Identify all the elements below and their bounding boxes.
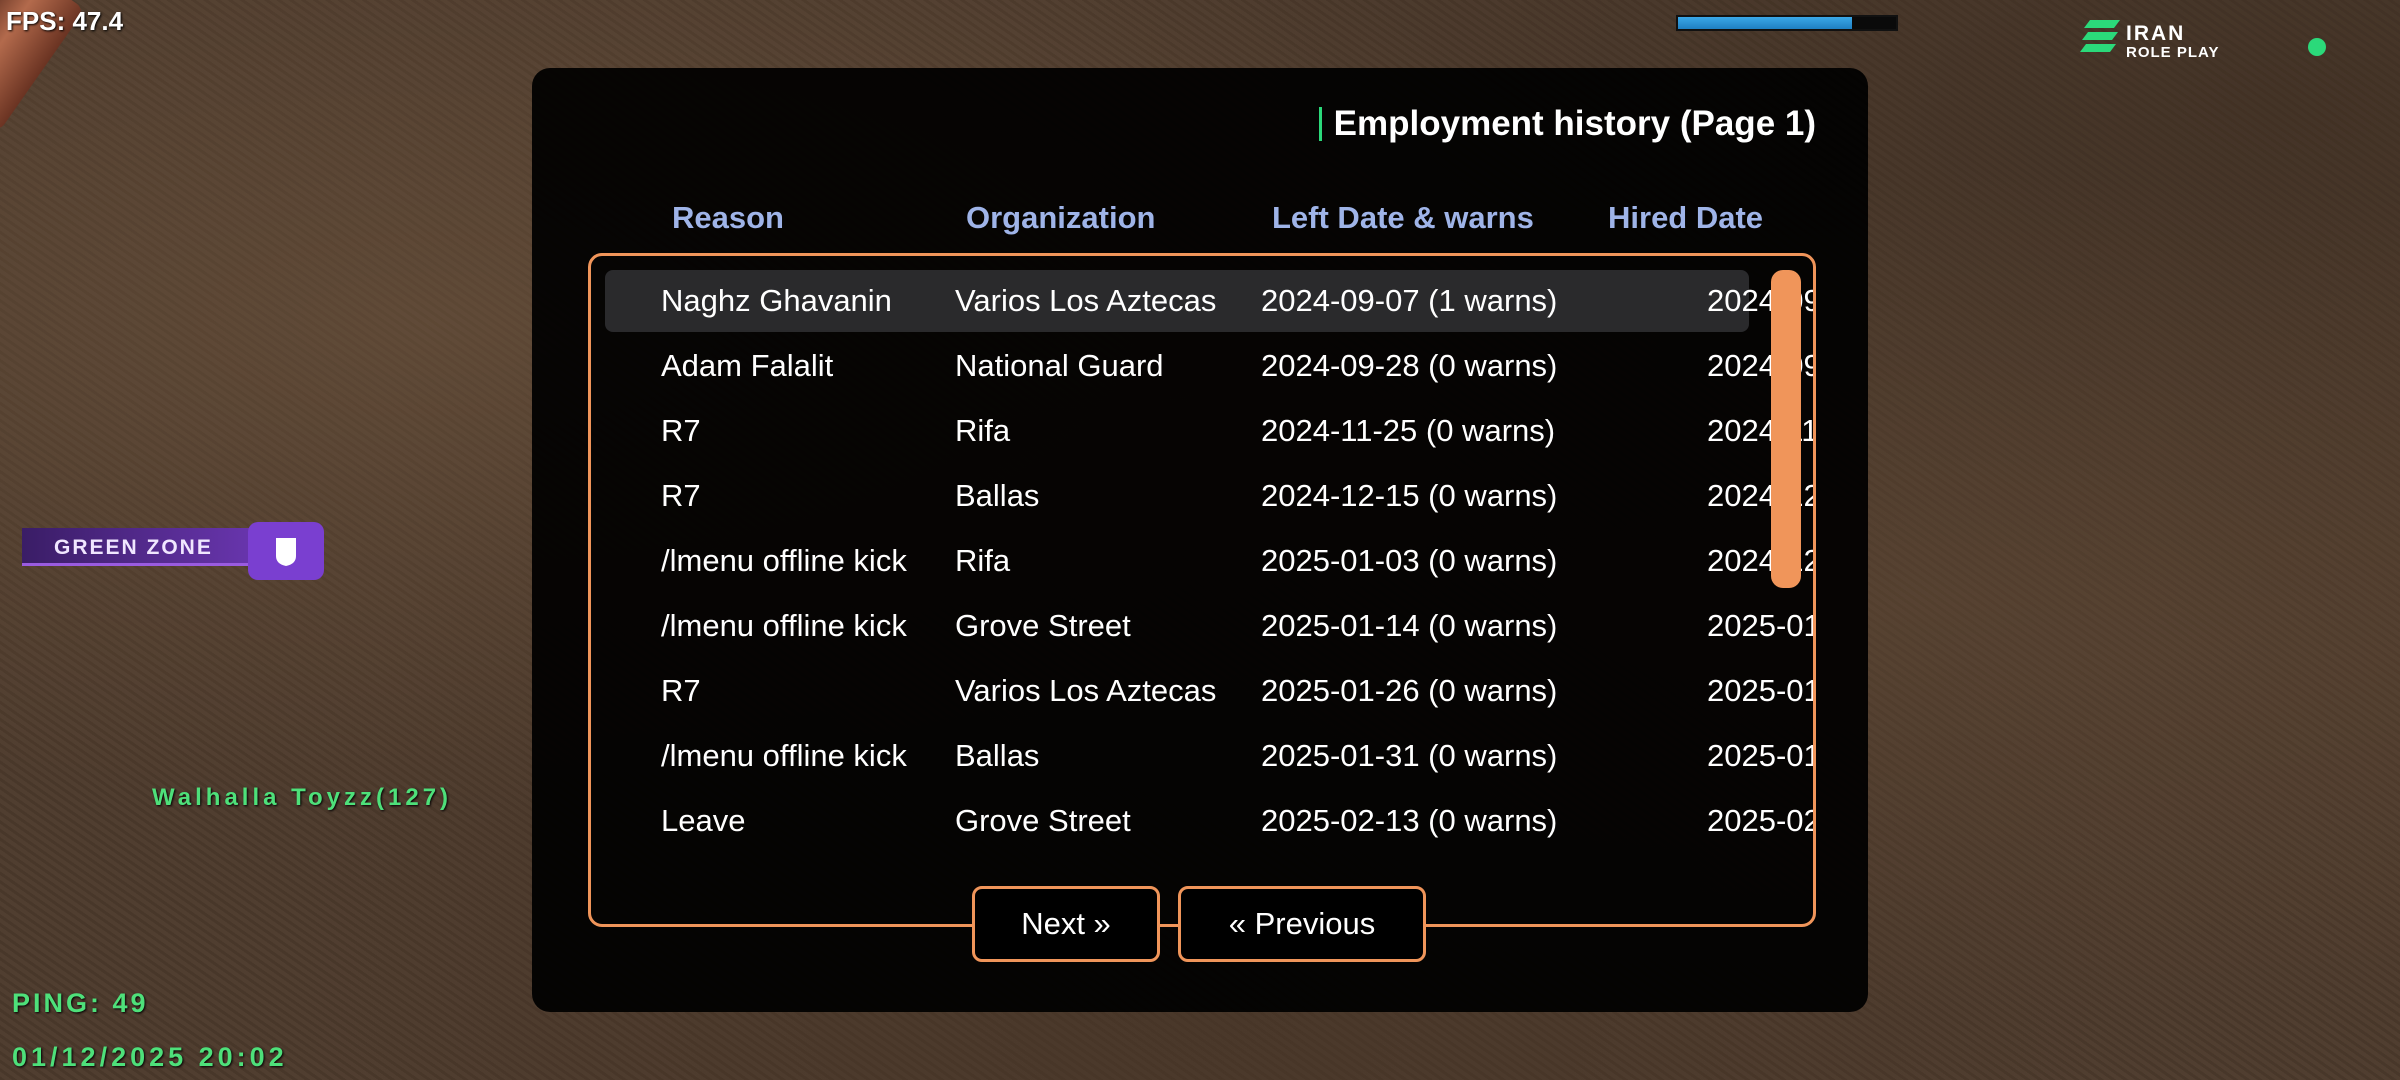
cell-organization: Ballas	[955, 478, 1040, 513]
cell-hired: 2025-01-2	[1707, 673, 1813, 708]
title-accent-bar	[1318, 107, 1322, 141]
logo-text-iran: IRAN	[2126, 22, 2186, 45]
cell-reason: R7	[661, 673, 701, 708]
ping-display: PING: 49	[12, 988, 149, 1018]
table-row[interactable]: R7Rifa2024-11-25 (0 warns)2024-11-2	[605, 400, 1813, 462]
health-bar	[1676, 15, 1898, 31]
list-scrollbar[interactable]	[1771, 270, 1801, 588]
cell-organization: National Guard	[955, 348, 1164, 383]
cell-left: 2024-11-25 (0 warns)	[1261, 413, 1556, 448]
logo-stripes-icon	[2080, 20, 2120, 52]
table-row[interactable]: /lmenu offline kick Rifa 2025-01-03 (0 war…	[605, 530, 1813, 592]
green-zone-bar: GREEN ZONE	[22, 528, 262, 566]
cell-left: 2025-01-26 (0 warns)	[1261, 673, 1558, 708]
green-zone-indicator: GREEN ZONE	[22, 522, 324, 580]
header-left-date: Left Date & warns	[1272, 200, 1534, 235]
table-row[interactable]: Leave Grove Street 2025-02-13 (0 warns) 202…	[605, 790, 1813, 852]
table-row[interactable]: /lmenu offline kick Ballas 2025-01-31 (0 w…	[605, 725, 1813, 787]
cell-left: 2024-12-15 (0 warns)	[1261, 478, 1558, 513]
table-row[interactable]: Adam Falalit National Guard 2024-09-28 (0 …	[605, 335, 1813, 397]
player-name-tag: Walhalla Toyzz(127)	[152, 784, 453, 811]
table-row[interactable]: /lmenu offline kick Grove Street 2025-01-1…	[605, 595, 1813, 657]
logo-text-roleplay: ROLE PLAY	[2126, 44, 2220, 61]
header-reason: Reason	[672, 200, 784, 235]
dialog-title: Employment history (Page 1)	[1318, 104, 1816, 144]
cell-reason: R7	[661, 478, 701, 513]
history-rows: Naghz Ghavanin Varios Los Aztecas 2024-09-…	[591, 256, 1813, 924]
header-organization: Organization	[966, 200, 1156, 235]
health-bar-fill	[1678, 17, 1853, 29]
cell-reason: R7	[661, 413, 701, 448]
green-zone-badge	[248, 522, 324, 580]
header-hired-date: Hired Date	[1608, 200, 1764, 235]
shield-icon	[276, 538, 296, 566]
cell-hired: 2025-01-0	[1707, 608, 1813, 643]
cell-left: 2024-09-07 (1 warns)	[1261, 283, 1558, 318]
fps-counter: FPS: 47.4	[6, 6, 124, 36]
date-time-display: 01/12/2025 20:02	[12, 1042, 288, 1072]
cell-reason: /lmenu offline kick	[661, 608, 907, 643]
cell-reason: Adam Falalit	[661, 348, 834, 383]
cell-organization: Rifa	[955, 543, 1011, 578]
table-row[interactable]: R7 Varios Los Aztecas 2025-01-26 (0 warns)…	[605, 660, 1813, 722]
cell-left: 2025-01-31 (0 warns)	[1261, 738, 1558, 773]
server-logo: IRAN ROLE PLAY	[2080, 12, 2230, 62]
table-row[interactable]: R7Ballas2024-12-15 (0 warns)2024-12-0	[605, 465, 1813, 527]
cell-organization: Grove Street	[955, 608, 1131, 643]
cell-organization: Varios Los Aztecas	[955, 673, 1217, 708]
cell-reason: Naghz Ghavanin	[661, 283, 892, 318]
history-list[interactable]: Naghz Ghavanin Varios Los Aztecas 2024-09-…	[588, 253, 1816, 927]
table-row[interactable]: Naghz Ghavanin Varios Los Aztecas 2024-09-…	[605, 270, 1813, 332]
column-headers: Reason Organization Left Date & warns Hi…	[532, 200, 1868, 244]
cell-organization: Ballas	[955, 738, 1040, 773]
cell-reason: /lmenu offline kick	[661, 738, 907, 773]
cell-organization: Grove Street	[955, 803, 1131, 838]
connection-status-icon	[2308, 38, 2326, 56]
cell-left: 2025-02-13 (0 warns)	[1261, 803, 1558, 838]
cell-left: 2025-01-03 (0 warns)	[1261, 543, 1558, 578]
cell-hired: 2025-01-2	[1707, 738, 1813, 773]
cell-reason: Leave	[661, 803, 746, 838]
cell-organization: Rifa	[955, 413, 1011, 448]
cell-organization: Varios Los Aztecas	[955, 283, 1217, 318]
green-zone-label: GREEN ZONE	[54, 536, 213, 559]
next-page-button[interactable]: Next »	[972, 886, 1160, 962]
cell-left: 2024-09-28 (0 warns)	[1261, 348, 1558, 383]
dialog-title-text: Employment history (Page 1)	[1333, 104, 1816, 143]
cell-reason: /lmenu offline kick	[661, 543, 907, 578]
cell-hired: 2025-02-0	[1707, 803, 1813, 838]
employment-history-dialog: Employment history (Page 1) Reason Organ…	[532, 68, 1868, 1012]
cell-left: 2025-01-14 (0 warns)	[1261, 608, 1558, 643]
previous-page-button[interactable]: « Previous	[1178, 886, 1426, 962]
